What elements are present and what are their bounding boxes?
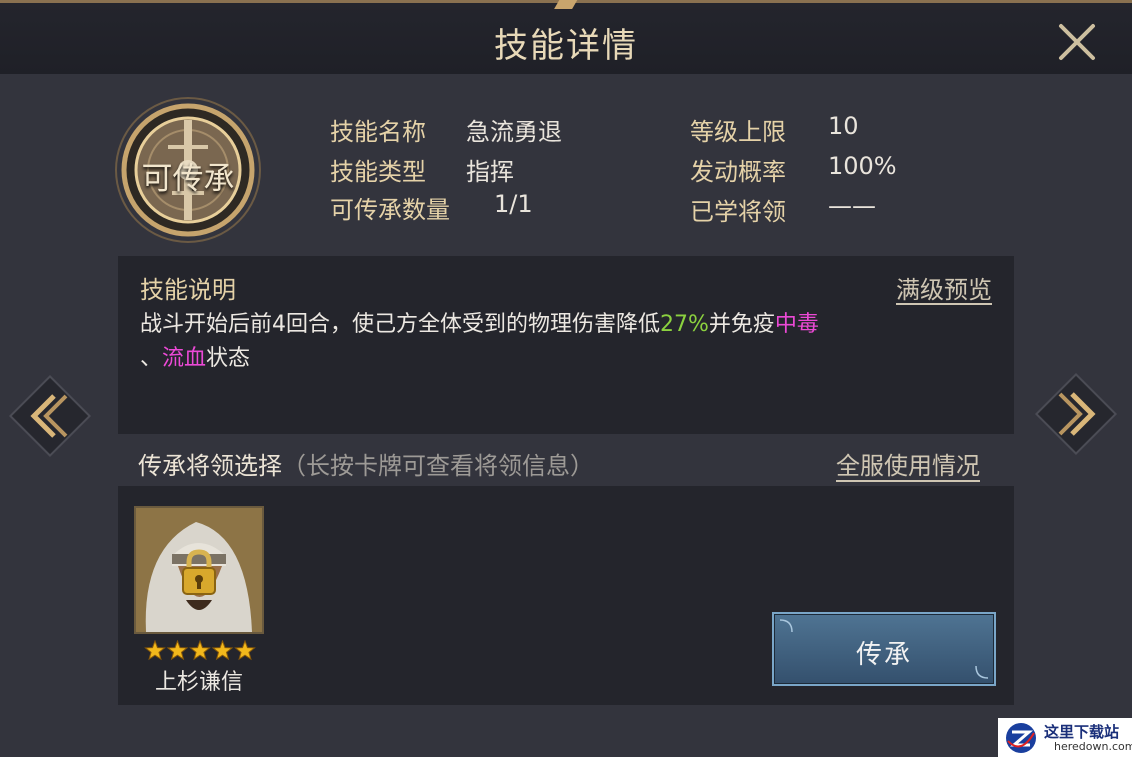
close-icon <box>1059 24 1095 60</box>
skill-description-box: 技能说明 满级预览 战斗开始后前4回合，使己方全体受到的物理伤害降低27%并免疫… <box>118 256 1014 434</box>
trigger-rate-value: 100% <box>828 152 897 180</box>
watermark-logo-icon <box>1006 723 1036 753</box>
transferable-label: 可传承 <box>141 161 235 197</box>
star-icon <box>166 639 189 661</box>
description-separator: 、 <box>140 346 163 371</box>
star-icon <box>144 639 166 661</box>
inherit-button-label: 传承 <box>855 640 912 670</box>
arrow-left-icon <box>8 374 92 458</box>
skill-type-value: 指挥 <box>466 158 514 186</box>
page-title: 技能详情 <box>494 26 638 66</box>
inherit-count-label: 可传承数量 <box>330 196 450 224</box>
skill-name-label: 技能名称 <box>330 118 426 146</box>
learned-generals-value: —— <box>828 192 876 220</box>
next-skill-button[interactable] <box>1034 372 1118 456</box>
general-star-rating <box>144 639 256 662</box>
skill-badge: 可传承 <box>110 95 266 245</box>
trigger-rate-label: 发动概率 <box>690 158 786 186</box>
star-icon <box>189 639 211 661</box>
star-icon <box>234 639 256 661</box>
description-title: 技能说明 <box>140 276 236 304</box>
previous-skill-button[interactable] <box>8 374 92 458</box>
max-level-value: 10 <box>828 112 859 140</box>
skill-name-value: 急流勇退 <box>466 118 562 146</box>
inherit-count-value: 1/1 <box>494 190 533 218</box>
inherit-section-title: 传承将领选择（长按卡牌可查看将领信息） <box>138 446 594 481</box>
description-part3: 状态 <box>206 346 251 371</box>
description-part1: 战斗开始后前4回合，使己方全体受到的物理伤害降低 <box>140 312 660 337</box>
star-icon <box>211 639 234 661</box>
status-poison: 中毒 <box>774 312 819 337</box>
inherit-button[interactable]: 传承 <box>772 612 996 686</box>
close-button[interactable] <box>1053 18 1101 66</box>
inherit-hint-text: （长按卡牌可查看将领信息） <box>282 452 594 480</box>
skill-type-label: 技能类型 <box>330 158 426 186</box>
description-text: 战斗开始后前4回合，使己方全体受到的物理伤害降低27%并免疫中毒、流血状态 <box>140 308 1000 376</box>
general-card[interactable] <box>134 506 264 634</box>
arrow-right-icon <box>1034 372 1118 456</box>
title-ornament <box>554 0 578 9</box>
general-name: 上杉谦信 <box>154 670 243 695</box>
lock-icon <box>182 549 216 595</box>
server-usage-link[interactable]: 全服使用情况 <box>836 446 980 481</box>
status-bleed: 流血 <box>162 346 207 371</box>
learned-generals-label: 已学将领 <box>690 198 786 226</box>
damage-reduction-value: 27% <box>660 312 709 337</box>
watermark: 这里下载站 heredown.com <box>998 718 1132 757</box>
watermark-title: 这里下载站 <box>1044 723 1120 741</box>
inherit-title-text: 传承将领选择 <box>138 452 282 480</box>
description-part2: 并免疫 <box>708 312 775 337</box>
watermark-url: heredown.com <box>1054 740 1132 753</box>
max-level-preview-link[interactable]: 满级预览 <box>896 270 992 305</box>
max-level-label: 等级上限 <box>690 118 786 146</box>
